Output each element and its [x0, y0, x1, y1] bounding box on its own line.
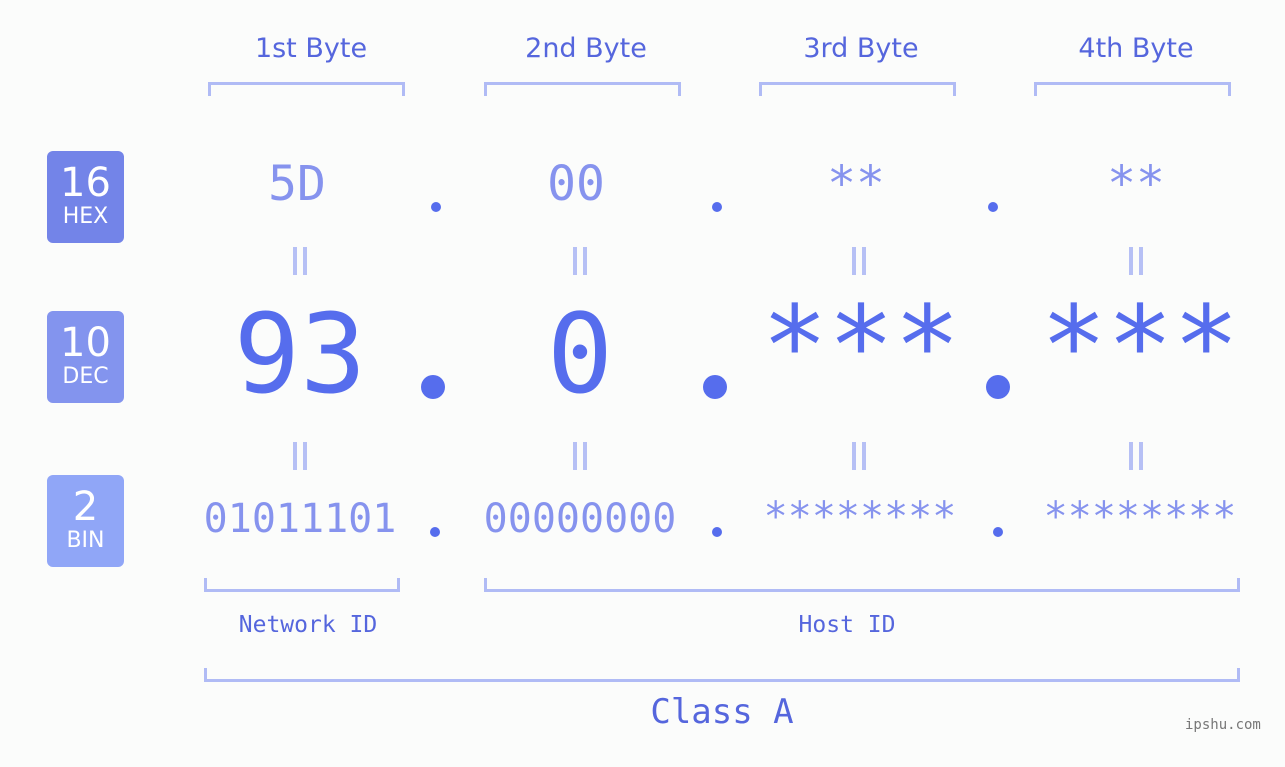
dec-byte-1: 93 — [233, 290, 367, 418]
bin-dot-1 — [430, 527, 440, 537]
network-id-bracket — [204, 578, 400, 592]
dec-byte-2: 0 — [546, 290, 614, 418]
equals-icon — [573, 442, 587, 470]
equals-icon — [293, 442, 307, 470]
equals-icon — [852, 442, 866, 470]
hex-badge-label: HEX — [62, 204, 109, 229]
class-bracket — [204, 668, 1240, 682]
hex-badge-base: 16 — [60, 160, 111, 206]
hex-badge: 16 HEX — [47, 151, 124, 243]
bin-byte-1: 01011101 — [203, 496, 397, 542]
equals-icon — [1129, 442, 1143, 470]
bin-badge: 2 BIN — [47, 475, 124, 567]
byte-header-2: 2nd Byte — [525, 33, 647, 64]
dec-dot-2 — [703, 375, 727, 399]
equals-icon — [293, 247, 307, 275]
equals-icon — [852, 247, 866, 275]
bin-badge-label: BIN — [66, 528, 105, 553]
dec-byte-3: *** — [761, 282, 961, 410]
bin-dot-2 — [712, 527, 722, 537]
bin-byte-4: ******** — [1043, 494, 1237, 540]
watermark: ipshu.com — [1185, 717, 1261, 733]
bin-badge-base: 2 — [72, 484, 99, 530]
dec-badge: 10 DEC — [47, 311, 124, 403]
network-id-label: Network ID — [238, 612, 378, 638]
hex-dot-2 — [712, 202, 722, 212]
equals-icon — [573, 247, 587, 275]
bin-byte-2: 00000000 — [483, 496, 677, 542]
dec-badge-base: 10 — [60, 320, 111, 366]
host-id-label: Host ID — [798, 612, 896, 638]
hex-byte-4: ** — [1107, 156, 1165, 212]
bin-dot-3 — [993, 527, 1003, 537]
dec-dot-1 — [421, 375, 445, 399]
equals-icon — [1129, 247, 1143, 275]
hex-dot-3 — [988, 202, 998, 212]
byte-bracket-3 — [759, 82, 956, 96]
dec-byte-4: *** — [1040, 282, 1240, 410]
byte-header-4: 4th Byte — [1078, 33, 1194, 64]
hex-dot-1 — [431, 202, 441, 212]
class-label: Class A — [650, 692, 794, 732]
dec-badge-label: DEC — [62, 364, 109, 389]
byte-bracket-2 — [484, 82, 681, 96]
dec-dot-3 — [986, 375, 1010, 399]
hex-byte-2: 00 — [547, 156, 605, 212]
byte-bracket-4 — [1034, 82, 1231, 96]
byte-header-1: 1st Byte — [254, 33, 368, 64]
byte-bracket-1 — [208, 82, 405, 96]
byte-header-3: 3rd Byte — [803, 33, 919, 64]
hex-byte-1: 5D — [268, 156, 326, 212]
host-id-bracket — [484, 578, 1240, 592]
hex-byte-3: ** — [827, 156, 885, 212]
bin-byte-3: ******** — [763, 494, 957, 540]
